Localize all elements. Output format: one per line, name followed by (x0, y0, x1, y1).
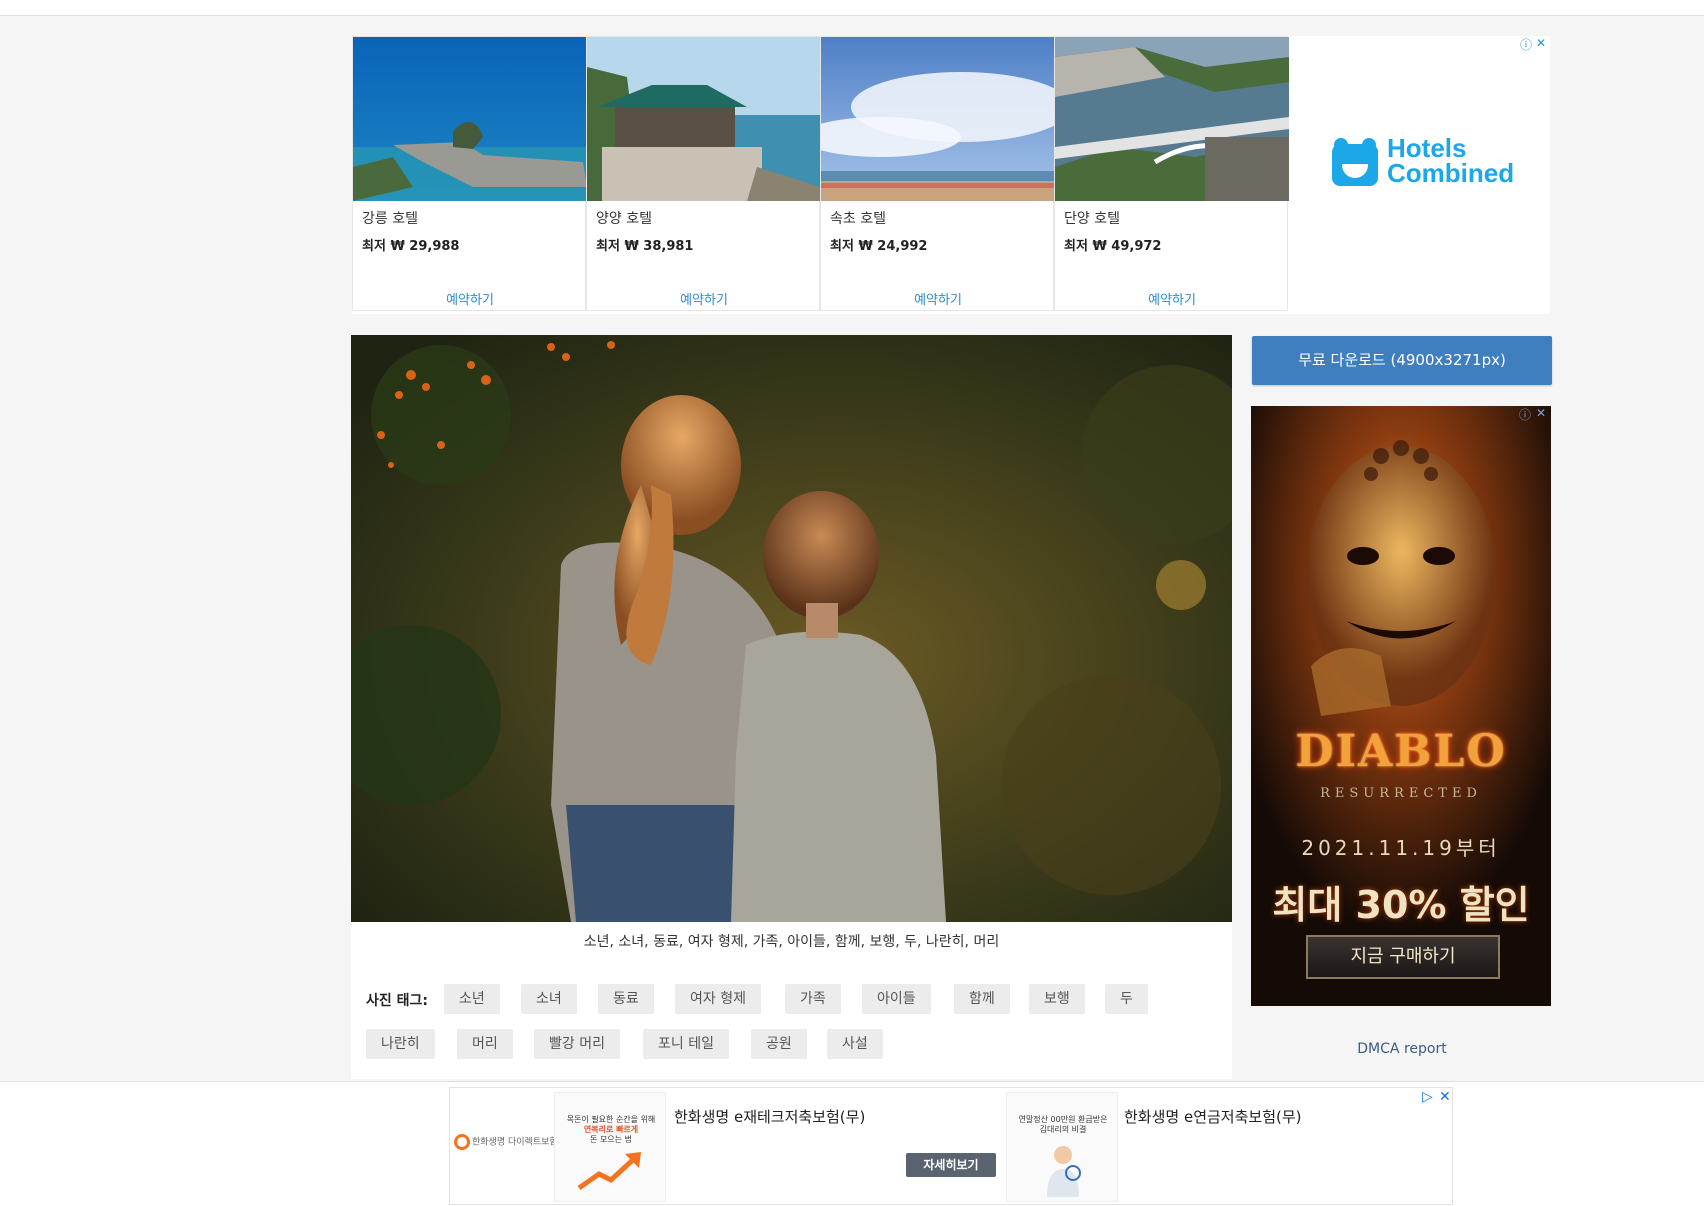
tag-chip[interactable]: 사설 (827, 1029, 883, 1059)
growth-arrow-icon (577, 1152, 641, 1191)
hotel-card-danyang[interactable]: 단양 호텔 최저 ₩ 49,972 예약하기 (1054, 36, 1289, 311)
bottom-ad-banner[interactable]: 한화생명 다이렉트보험 목돈이 필요한 순간을 위해 연복리로 빠르게 돈 모으… (449, 1087, 1453, 1205)
main-photo[interactable] (351, 335, 1232, 922)
hotel-price: 최저 ₩ 38,981 (596, 239, 694, 254)
thumb-line: 김대리의 비결 (1039, 1125, 1087, 1134)
hotel-name: 양양 호텔 (596, 211, 652, 227)
thumb-line: 연복리로 빠르게 (583, 1125, 639, 1134)
photo-tags-label: 사진 태그: (366, 993, 428, 1009)
tag-chip[interactable]: 빨강 머리 (534, 1029, 620, 1059)
tag-chip[interactable]: 보행 (1029, 984, 1085, 1014)
dmca-report-link[interactable]: DMCA report (1252, 1041, 1552, 1057)
tag-chip[interactable]: 나란히 (366, 1029, 435, 1059)
person-icon (1047, 1146, 1081, 1197)
photo-caption: 소년, 소녀, 동료, 여자 형제, 가족, 아이들, 함께, 보행, 두, 나… (583, 934, 1000, 950)
tag-chip[interactable]: 함께 (954, 984, 1010, 1014)
diablo-logo: DIABLO (1295, 726, 1507, 777)
hotel-name: 속초 호텔 (830, 211, 886, 227)
adchoices-play-icon[interactable]: ▷ (1422, 1089, 1433, 1105)
promo-discount: 최대 30% 할인 (1272, 883, 1530, 927)
product-thumb-pension[interactable]: 연말정산 00만원 환급받은 김대리의 비결 (1006, 1092, 1118, 1202)
learn-more-button[interactable]: 자세히보기 (906, 1153, 996, 1177)
tag-chip[interactable]: 아이들 (862, 984, 931, 1014)
hotel-price: 최저 ₩ 24,992 (830, 239, 928, 254)
info-icon[interactable]: ⓘ (1519, 406, 1531, 423)
tag-chip[interactable]: 동료 (598, 984, 654, 1014)
tag-chip[interactable]: 여자 형제 (675, 984, 761, 1014)
hotel-price: 최저 ₩ 49,972 (1064, 239, 1162, 254)
close-icon[interactable]: ✕ (1439, 1089, 1451, 1105)
hotel-card-yangyang[interactable]: 양양 호텔 최저 ₩ 38,981 예약하기 (586, 36, 821, 311)
product-title-savings[interactable]: 한화생명 e재테크저축보험(무) (674, 1106, 865, 1127)
info-icon[interactable]: ⓘ (1520, 36, 1532, 53)
hotel-image-sokcho (821, 37, 1055, 201)
tag-chip[interactable]: 소녀 (521, 984, 577, 1014)
hotel-image-yangyang (587, 37, 821, 201)
hotelscombined-logo[interactable]: Hotels Combined (1332, 135, 1532, 196)
hotel-ad-banner[interactable]: 강릉 호텔 최저 ₩ 29,988 예약하기 양양 호텔 최저 ₩ 38,981… (352, 36, 1550, 314)
product-title-pension[interactable]: 한화생명 e연금저축보험(무) (1124, 1106, 1302, 1127)
tag-chip[interactable]: 두 (1105, 984, 1148, 1014)
hanwha-logo-icon (454, 1134, 470, 1150)
book-link[interactable]: 예약하기 (1055, 289, 1289, 308)
bear-logo-icon (1332, 138, 1378, 186)
thumb-line: 돈 모으는 법 (590, 1135, 632, 1144)
hotel-card-sokcho[interactable]: 속초 호텔 최저 ₩ 24,992 예약하기 (820, 36, 1055, 311)
hotel-price: 최저 ₩ 29,988 (362, 239, 460, 254)
tag-chip[interactable]: 가족 (785, 984, 841, 1014)
promo-date: 2021.11.19부터 (1301, 836, 1501, 860)
brand-line-2: Combined (1387, 158, 1515, 188)
close-icon[interactable]: ✕ (1536, 36, 1546, 50)
free-download-button[interactable]: 무료 다운로드 (4900x3271px) (1252, 336, 1552, 385)
tag-chip[interactable]: 포니 테일 (643, 1029, 729, 1059)
hotel-name: 단양 호텔 (1064, 211, 1120, 227)
tag-chip[interactable]: 머리 (457, 1029, 513, 1059)
hotel-card-gangneung[interactable]: 강릉 호텔 최저 ₩ 29,988 예약하기 (352, 36, 587, 311)
diablo-ad-banner[interactable]: DIABLO RESURRECTED 2021.11.19부터 최대 30% 할… (1251, 406, 1551, 1006)
tag-chip[interactable]: 공원 (751, 1029, 807, 1059)
book-link[interactable]: 예약하기 (353, 289, 587, 308)
hotel-image-danyang (1055, 37, 1289, 201)
tag-chip[interactable]: 소년 (444, 984, 500, 1014)
top-bar (0, 0, 1704, 16)
thumb-line: 목돈이 필요한 순간을 위해 (566, 1115, 656, 1124)
advertiser-name: 한화생명 다이렉트보험 (472, 1137, 558, 1148)
hanwha-logo: 한화생명 다이렉트보험 (454, 1134, 558, 1150)
close-icon[interactable]: ✕ (1536, 406, 1546, 420)
photo-card: 소년, 소녀, 동료, 여자 형제, 가족, 아이들, 함께, 보행, 두, 나… (351, 335, 1232, 1079)
book-link[interactable]: 예약하기 (821, 289, 1055, 308)
hotel-name: 강릉 호텔 (362, 211, 418, 227)
diablo-subtitle: RESURRECTED (1320, 786, 1482, 801)
buy-now-button[interactable]: 지금 구매하기 (1306, 935, 1500, 979)
product-thumb-savings[interactable]: 목돈이 필요한 순간을 위해 연복리로 빠르게 돈 모으는 법 (554, 1092, 666, 1202)
hotel-image-gangneung (353, 37, 587, 201)
book-link[interactable]: 예약하기 (587, 289, 821, 308)
thumb-line: 연말정산 00만원 환급받은 (1018, 1115, 1108, 1124)
